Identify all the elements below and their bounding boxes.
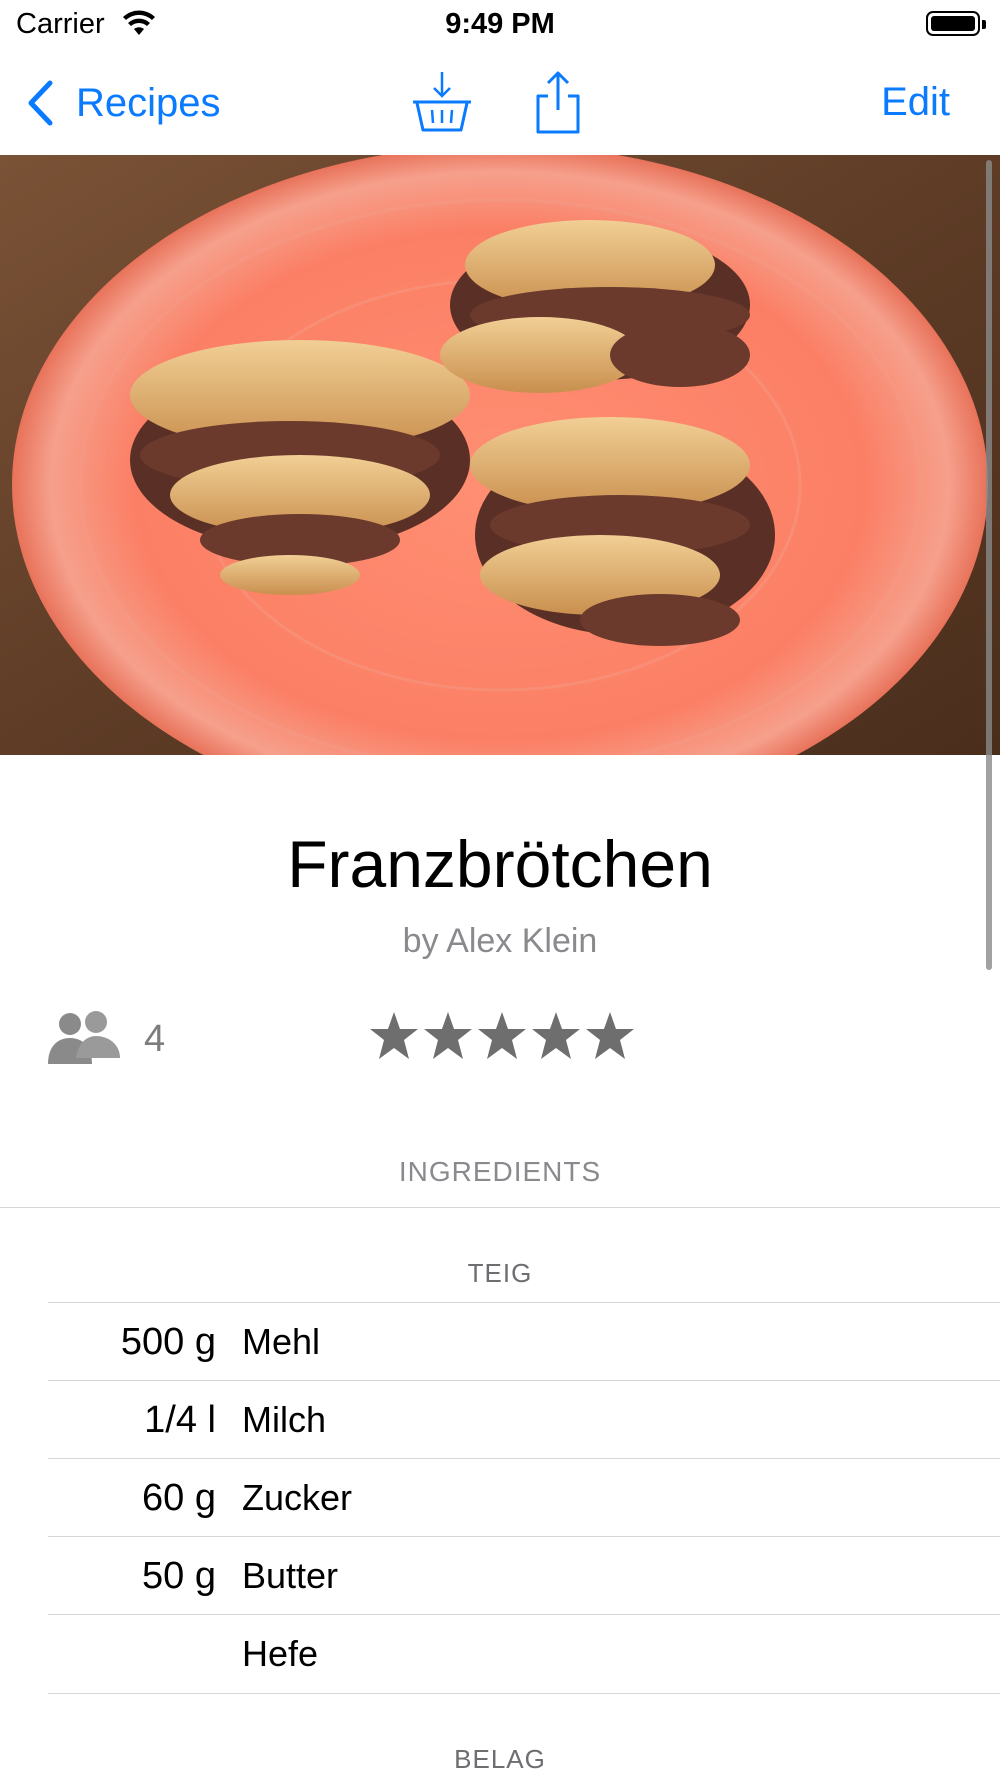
chevron-left-icon [28, 80, 53, 126]
edit-button[interactable]: Edit [881, 80, 950, 125]
share-icon[interactable] [530, 70, 586, 141]
battery-icon [926, 11, 986, 36]
star-icon[interactable] [368, 1009, 420, 1065]
people-icon [48, 1011, 120, 1064]
ingredients-header: INGREDIENTS [398, 1156, 602, 1187]
basket-download-icon[interactable] [410, 70, 474, 141]
star-icon[interactable] [530, 1009, 582, 1065]
ingredient-group-header: TEIG [467, 1258, 533, 1288]
ingredient-quantity: 1/4 l [144, 1399, 216, 1441]
ingredient-quantity: 60 g [142, 1477, 216, 1519]
recipe-photo [0, 155, 1000, 755]
ingredient-quantity: 500 g [120, 1321, 216, 1363]
ingredient-quantity: 50 g [142, 1555, 216, 1597]
recipe-author: by Alex Klein [402, 922, 598, 960]
ingredient-row[interactable]: 1/4 l Milch [48, 1380, 1000, 1459]
ingredient-name: Mehl [242, 1321, 321, 1362]
ingredient-row[interactable]: 500 g Mehl [48, 1302, 1000, 1381]
ingredient-name: Hefe [242, 1633, 319, 1674]
divider [0, 1207, 1000, 1208]
recipe-title: Franzbrötchen [287, 827, 713, 901]
clock: 9:49 PM [445, 8, 555, 40]
ingredient-name: Butter [242, 1555, 339, 1596]
ingredient-row[interactable]: Hefe [48, 1614, 1000, 1694]
star-icon[interactable] [476, 1009, 528, 1065]
rating[interactable] [368, 1009, 636, 1065]
back-button[interactable]: Recipes [26, 80, 221, 126]
ingredient-name: Milch [242, 1399, 327, 1440]
ingredient-row[interactable]: 60 g Zucker [48, 1458, 1000, 1537]
servings-count: 4 [144, 1017, 166, 1060]
back-button-label: Recipes [76, 80, 221, 125]
ingredient-group-header: BELAG [454, 1744, 546, 1774]
status-bar: Carrier 9:49 PM [0, 0, 1000, 50]
navigation-bar: Recipes Edit [0, 50, 1000, 154]
ingredient-row[interactable]: 50 g Butter [48, 1536, 1000, 1615]
ingredient-name: Zucker [242, 1477, 353, 1518]
star-icon[interactable] [584, 1009, 636, 1065]
star-icon[interactable] [422, 1009, 474, 1065]
servings: 4 [46, 1008, 165, 1070]
